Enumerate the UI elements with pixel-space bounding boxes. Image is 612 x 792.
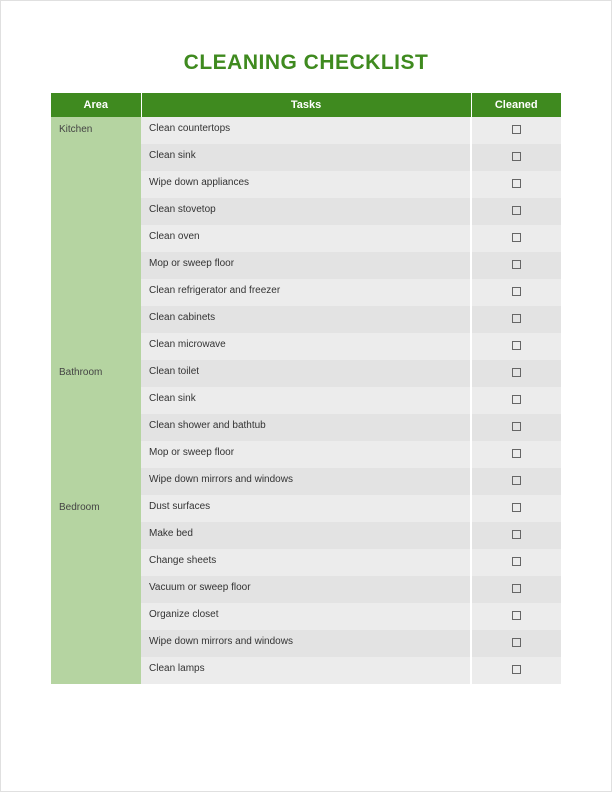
task-cell: Clean stovetop xyxy=(141,198,471,225)
task-cell: Clean toilet xyxy=(141,360,471,387)
area-cell: Bedroom xyxy=(51,495,141,684)
task-cell: Clean refrigerator and freezer xyxy=(141,279,471,306)
task-cell: Clean sink xyxy=(141,144,471,171)
checkbox-icon[interactable] xyxy=(512,611,521,620)
checkbox-icon[interactable] xyxy=(512,395,521,404)
checkbox-icon[interactable] xyxy=(512,125,521,134)
column-header-tasks: Tasks xyxy=(141,93,471,117)
checkbox-icon[interactable] xyxy=(512,476,521,485)
task-cell: Mop or sweep floor xyxy=(141,252,471,279)
checkbox-icon[interactable] xyxy=(512,260,521,269)
cleaned-cell xyxy=(471,198,561,225)
cleaned-cell xyxy=(471,549,561,576)
task-cell: Clean sink xyxy=(141,387,471,414)
checkbox-icon[interactable] xyxy=(512,530,521,539)
task-cell: Make bed xyxy=(141,522,471,549)
column-header-cleaned: Cleaned xyxy=(471,93,561,117)
cleaned-cell xyxy=(471,441,561,468)
cleaned-cell xyxy=(471,630,561,657)
checkbox-icon[interactable] xyxy=(512,449,521,458)
task-cell: Clean shower and bathtub xyxy=(141,414,471,441)
task-cell: Wipe down appliances xyxy=(141,171,471,198)
checkbox-icon[interactable] xyxy=(512,665,521,674)
checkbox-icon[interactable] xyxy=(512,638,521,647)
page-title: CLEANING CHECKLIST xyxy=(51,51,561,75)
checkbox-icon[interactable] xyxy=(512,206,521,215)
area-cell: Kitchen xyxy=(51,117,141,360)
cleaned-cell xyxy=(471,387,561,414)
cleaned-cell xyxy=(471,333,561,360)
cleaned-cell xyxy=(471,603,561,630)
checkbox-icon[interactable] xyxy=(512,233,521,242)
task-cell: Organize closet xyxy=(141,603,471,630)
task-cell: Wipe down mirrors and windows xyxy=(141,630,471,657)
task-cell: Change sheets xyxy=(141,549,471,576)
checkbox-icon[interactable] xyxy=(512,368,521,377)
checkbox-icon[interactable] xyxy=(512,341,521,350)
checkbox-icon[interactable] xyxy=(512,557,521,566)
task-cell: Wipe down mirrors and windows xyxy=(141,468,471,495)
cleaned-cell xyxy=(471,495,561,522)
cleaned-cell xyxy=(471,306,561,333)
checkbox-icon[interactable] xyxy=(512,287,521,296)
cleaned-cell xyxy=(471,252,561,279)
task-cell: Clean microwave xyxy=(141,333,471,360)
cleaned-cell xyxy=(471,225,561,252)
table-row: BedroomDust surfaces xyxy=(51,495,561,522)
task-cell: Dust surfaces xyxy=(141,495,471,522)
task-cell: Mop or sweep floor xyxy=(141,441,471,468)
checkbox-icon[interactable] xyxy=(512,314,521,323)
cleaned-cell xyxy=(471,144,561,171)
cleaned-cell xyxy=(471,657,561,684)
task-cell: Clean lamps xyxy=(141,657,471,684)
table-row: KitchenClean countertops xyxy=(51,117,561,144)
task-cell: Clean countertops xyxy=(141,117,471,144)
task-cell: Clean oven xyxy=(141,225,471,252)
column-header-area: Area xyxy=(51,93,141,117)
checkbox-icon[interactable] xyxy=(512,152,521,161)
task-cell: Clean cabinets xyxy=(141,306,471,333)
table-header-row: Area Tasks Cleaned xyxy=(51,93,561,117)
cleaned-cell xyxy=(471,360,561,387)
cleaned-cell xyxy=(471,576,561,603)
checkbox-icon[interactable] xyxy=(512,179,521,188)
checkbox-icon[interactable] xyxy=(512,422,521,431)
cleaned-cell xyxy=(471,171,561,198)
cleaned-cell xyxy=(471,468,561,495)
table-row: BathroomClean toilet xyxy=(51,360,561,387)
checkbox-icon[interactable] xyxy=(512,503,521,512)
cleaned-cell xyxy=(471,279,561,306)
cleaned-cell xyxy=(471,522,561,549)
checklist-table: Area Tasks Cleaned KitchenClean countert… xyxy=(51,93,561,684)
checkbox-icon[interactable] xyxy=(512,584,521,593)
task-cell: Vacuum or sweep floor xyxy=(141,576,471,603)
cleaned-cell xyxy=(471,117,561,144)
cleaned-cell xyxy=(471,414,561,441)
area-cell: Bathroom xyxy=(51,360,141,495)
